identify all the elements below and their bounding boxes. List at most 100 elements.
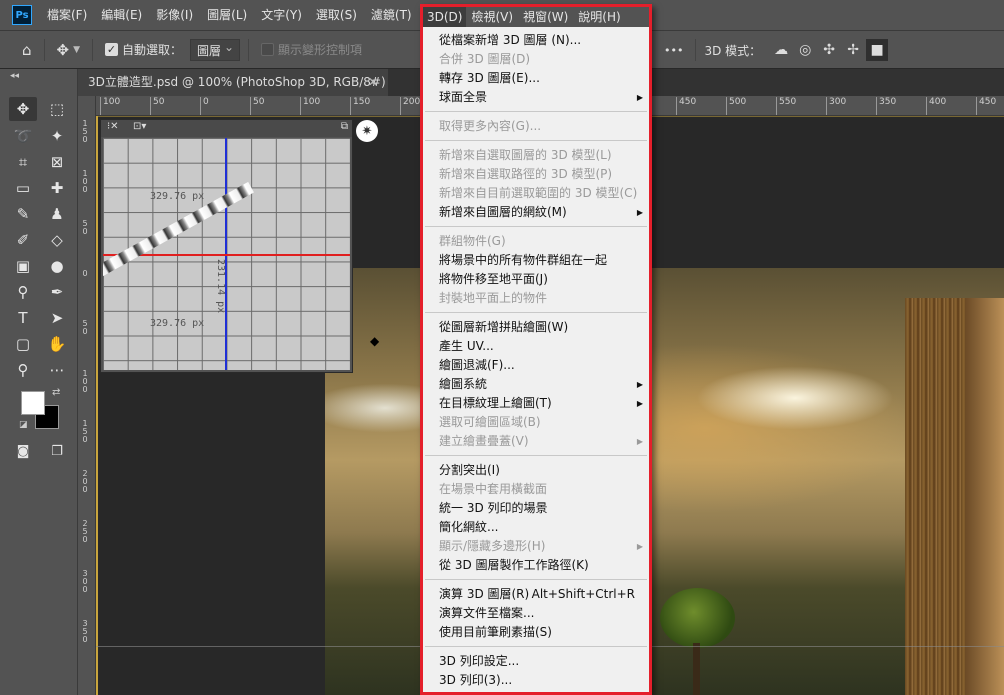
menu-select[interactable]: 選取(S): [309, 0, 364, 30]
swap-view-icon[interactable]: ⧉: [341, 121, 348, 132]
collapse-panel-icon[interactable]: ◂◂: [10, 71, 19, 81]
transform-controls-checkbox[interactable]: [261, 43, 275, 56]
photoshop-logo: Ps: [12, 5, 32, 25]
home-icon[interactable]: ⌂: [22, 41, 32, 59]
view-menu-icon[interactable]: ⁝✕: [107, 121, 119, 132]
menu-item[interactable]: 從檔案新增 3D 圖層 (N)...: [423, 31, 649, 50]
menu-3d[interactable]: 3D(D): [423, 7, 467, 27]
menu-view[interactable]: 檢視(V): [466, 7, 518, 27]
dropdown-items: 從檔案新增 3D 圖層 (N)... 合併 3D 圖層(D) 轉存 3D 圖層(E)…: [423, 31, 649, 690]
menu-layer[interactable]: 圖層(L): [200, 0, 254, 30]
crop-tool-icon[interactable]: ⌗: [9, 150, 37, 174]
menu-item[interactable]: 繪圖系統 ▶: [423, 375, 649, 394]
drag-3d-icon[interactable]: ✣: [818, 39, 840, 61]
secondary-view-grid[interactable]: 329.76 px 329.76 px 231.14 px: [103, 138, 350, 370]
path-select-icon[interactable]: ➤: [43, 306, 71, 330]
close-tab-icon[interactable]: ✕: [368, 69, 378, 96]
menu-item[interactable]: 統一 3D 列印的場景: [423, 499, 649, 518]
dropdown-menu-header: 3D(D) 檢視(V) 視窗(W) 說明(H): [423, 7, 649, 27]
menu-item[interactable]: 3D 列印設定...: [423, 652, 649, 671]
shape-tool-icon[interactable]: ▢: [9, 332, 37, 356]
history-brush-icon[interactable]: ✐: [9, 228, 37, 252]
menu-item[interactable]: 演算 3D 圖層(R) Alt+Shift+Ctrl+R: [423, 585, 649, 604]
menu-item[interactable]: 將物件移至地平面(J): [423, 270, 649, 289]
camera-3d-icon[interactable]: ■: [866, 39, 889, 61]
ruler-tick: 2 5 0: [82, 519, 88, 544]
menu-item[interactable]: 產生 UV...: [423, 337, 649, 356]
menu-item[interactable]: 分割突出(I): [423, 461, 649, 480]
auto-select-checkbox[interactable]: ✓: [105, 43, 119, 56]
hand-tool-icon[interactable]: ✋: [43, 332, 71, 356]
eraser-icon[interactable]: ◇: [43, 228, 71, 252]
swap-colors-icon[interactable]: ⇄: [52, 387, 60, 398]
marquee-tool-icon[interactable]: ⬚: [43, 97, 71, 121]
roll-3d-icon[interactable]: ◎: [794, 39, 816, 61]
menu-image[interactable]: 影像(I): [149, 0, 200, 30]
vertical-ruler[interactable]: 1 5 0 1 0 0 5 0 0 5 0 1 0 0 1 5 0 2 0 0 …: [78, 96, 96, 695]
dimension-label: 231.14 px: [215, 259, 226, 314]
magic-wand-icon[interactable]: ✦: [43, 124, 71, 148]
slide-3d-icon[interactable]: ✢: [842, 39, 864, 61]
healing-brush-icon[interactable]: ✚: [43, 176, 71, 200]
gradient-tool-icon[interactable]: ▣: [9, 254, 37, 278]
menu-separator: [425, 312, 647, 313]
menu-item-label: 建立繪畫疊蓋(V): [439, 434, 529, 448]
document-tab-title: 3D立體造型.psd @ 100% (PhotoShop 3D, RGB/8#): [88, 75, 386, 89]
3d-secondary-view[interactable]: ⁝✕ ⊡▾ ⧉ 329.76 px 329.76 px 231.14 px: [100, 119, 353, 373]
blur-tool-icon[interactable]: ●: [43, 254, 71, 278]
light-sun-icon[interactable]: ✷: [356, 120, 378, 142]
menu-item[interactable]: 從圖層新增拼貼繪圖(W): [423, 318, 649, 337]
menu-help[interactable]: 說明(H): [573, 7, 625, 27]
screen-mode-icon[interactable]: ❐: [43, 439, 71, 463]
move-tool-icon[interactable]: ✥: [9, 97, 37, 121]
menu-item[interactable]: 球面全景 ▶: [423, 88, 649, 107]
menu-item[interactable]: 轉存 3D 圖層(E)...: [423, 69, 649, 88]
menu-item-label: 新增來自圖層的網紋(M): [439, 205, 567, 219]
menu-window[interactable]: 視窗(W): [518, 7, 573, 27]
dodge-tool-icon[interactable]: ⚲: [9, 280, 37, 304]
divider: [695, 39, 697, 61]
menu-item-label: 將物件移至地平面(J): [439, 272, 548, 286]
clone-stamp-icon[interactable]: ♟: [43, 202, 71, 226]
menu-item: 新增來自選取路徑的 3D 模型(P): [423, 165, 649, 184]
menu-item[interactable]: 簡化網紋...: [423, 518, 649, 537]
menu-item[interactable]: 演算文件至檔案...: [423, 604, 649, 623]
view-select-icon[interactable]: ⊡▾: [133, 121, 146, 132]
menu-filter[interactable]: 濾鏡(T): [364, 0, 419, 30]
menu-item[interactable]: 繪圖退減(F)...: [423, 356, 649, 375]
auto-select-dropdown[interactable]: 圖層: [190, 38, 241, 61]
orbit-3d-icon[interactable]: ☁: [770, 39, 792, 61]
ruler-tick: 5 0: [82, 219, 88, 236]
menu-item[interactable]: 3D 列印(3)...: [423, 671, 649, 690]
menu-edit[interactable]: 編輯(E): [94, 0, 149, 30]
more-options-button[interactable]: •••: [664, 44, 683, 57]
menu-file[interactable]: 檔案(F): [40, 0, 94, 30]
menu-item[interactable]: 新增來自圖層的網紋(M) ▶: [423, 203, 649, 222]
menu-item[interactable]: 從 3D 圖層製作工作路徑(K): [423, 556, 649, 575]
move-tool-icon[interactable]: ✥: [57, 41, 70, 59]
frame-tool-icon[interactable]: ⊠: [43, 150, 71, 174]
eyedropper-icon[interactable]: ▭: [9, 176, 37, 200]
menu-item[interactable]: 使用目前筆刷素描(S): [423, 623, 649, 642]
menu-item-label: 從 3D 圖層製作工作路徑(K): [439, 558, 589, 572]
more-tools-icon[interactable]: ⋯: [43, 358, 71, 382]
pen-tool-icon[interactable]: ✒: [43, 280, 71, 304]
default-colors-icon[interactable]: ◪: [19, 420, 28, 430]
quick-mask-icon[interactable]: ◙: [9, 439, 37, 463]
ruler-tick: 550: [776, 97, 796, 115]
menu-item[interactable]: 將場景中的所有物件群組在一起: [423, 251, 649, 270]
type-tool-icon[interactable]: T: [9, 306, 37, 330]
foreground-color-swatch[interactable]: [21, 391, 45, 415]
lasso-tool-icon[interactable]: ➰: [9, 124, 37, 148]
menu-item-label: 3D 列印(3)...: [439, 673, 513, 687]
brush-tool-icon[interactable]: ✎: [9, 202, 37, 226]
ruler-tick: 0: [200, 97, 209, 115]
menu-type[interactable]: 文字(Y): [254, 0, 309, 30]
auto-select-label: 自動選取：: [122, 43, 183, 57]
chevron-down-icon[interactable]: ▼: [73, 45, 80, 55]
document-tab[interactable]: 3D立體造型.psd @ 100% (PhotoShop 3D, RGB/8#)…: [78, 69, 388, 96]
menu-item[interactable]: 在目標紋理上繪圖(T) ▶: [423, 394, 649, 413]
submenu-arrow-icon: ▶: [636, 542, 643, 551]
zoom-tool-icon[interactable]: ⚲: [9, 358, 37, 382]
menu-separator: [425, 646, 647, 647]
